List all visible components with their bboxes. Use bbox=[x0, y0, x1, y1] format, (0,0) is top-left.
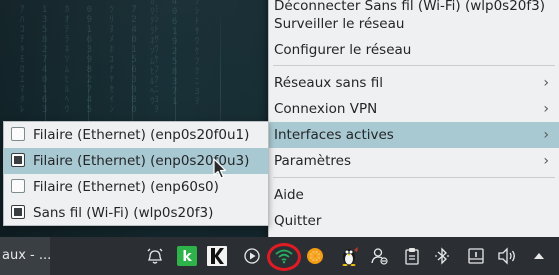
svg-text:k: k bbox=[182, 249, 192, 265]
window-title: aux - ... bbox=[2, 248, 50, 263]
alarm-clock-icon[interactable] bbox=[145, 246, 165, 266]
active-interfaces-submenu: Filaire (Ethernet) (enp0s20f0u1) Filaire… bbox=[3, 121, 269, 226]
mouse-pointer-icon bbox=[213, 158, 227, 179]
user-status-icon[interactable] bbox=[369, 246, 389, 266]
k-black-app-icon[interactable] bbox=[207, 246, 227, 266]
menu-item-settings[interactable]: Paramètres › bbox=[269, 148, 559, 174]
menu-item-label: Interfaces actives bbox=[274, 127, 394, 143]
chevron-right-icon: › bbox=[543, 101, 549, 117]
expand-tray-icon[interactable] bbox=[529, 246, 549, 266]
menu-item-label: Paramètres bbox=[274, 153, 351, 169]
menu-item-configure-network[interactable]: Configurer le réseau bbox=[269, 37, 559, 63]
notifications-icon[interactable] bbox=[466, 246, 486, 266]
network-context-menu: Déconnecter Sans fil (Wi-Fi) (wlp0s20f3)… bbox=[268, 0, 559, 240]
k-green-app-icon[interactable]: k bbox=[177, 246, 197, 266]
menu-item-label: Réseaux sans fil bbox=[274, 75, 383, 91]
menu-item-label: Connexion VPN bbox=[274, 101, 378, 117]
menu-separator bbox=[273, 177, 555, 178]
menu-item-label: Quitter bbox=[274, 213, 322, 229]
menu-item-label: Surveiller le réseau bbox=[274, 16, 405, 32]
interface-item-enp0s20f0u1[interactable]: Filaire (Ethernet) (enp0s20f0u1) bbox=[4, 122, 268, 148]
menu-item-help[interactable]: Aide bbox=[269, 182, 559, 208]
chevron-right-icon: › bbox=[543, 75, 549, 91]
menu-item-monitor-network[interactable]: Surveiller le réseau bbox=[269, 11, 559, 37]
menu-item-vpn-connection[interactable]: Connexion VPN › bbox=[269, 96, 559, 122]
checkbox-checked-icon[interactable] bbox=[11, 205, 25, 219]
interface-label: Filaire (Ethernet) (enp0s20f0u1) bbox=[33, 127, 250, 143]
menu-separator bbox=[273, 65, 555, 66]
bluetooth-icon[interactable] bbox=[432, 246, 452, 266]
wallpaper-pattern-2: ｶ 4 ﾂ ﾘ 0 ｼ ﾃ 6 ﾄ ﾗ 1 ｻ ﾈ 9 ﾜ ｿ 2 ｹ ﾑ 5 … bbox=[150, 0, 206, 107]
menu-item-active-interfaces[interactable]: Interfaces actives › bbox=[269, 122, 559, 148]
interface-label: Filaire (Ethernet) (enp60s0) bbox=[33, 179, 219, 195]
volume-icon[interactable] bbox=[497, 246, 517, 266]
chevron-right-icon: › bbox=[543, 127, 549, 143]
orange-icon[interactable] bbox=[305, 246, 325, 266]
highlight-circle bbox=[267, 243, 301, 271]
checkbox-checked-icon[interactable] bbox=[11, 153, 25, 167]
play-circle-icon[interactable] bbox=[242, 246, 262, 266]
wallpaper-pattern: ｱ 1 ｶ 0 ﾂ 7 ﾐ ﾊ 3 ｵ 9 ﾘ 2 ｼ ｺ 5 ﾃ 1 ﾇ 4 … bbox=[20, 5, 165, 115]
clipboard-icon[interactable] bbox=[402, 246, 422, 266]
checkbox-unchecked-icon[interactable] bbox=[11, 127, 25, 141]
interface-label: Sans fil (Wi-Fi) (wlp0s20f3) bbox=[33, 205, 214, 221]
menu-item-quit[interactable]: Quitter bbox=[269, 208, 559, 234]
taskbar-window-button[interactable]: aux - ... bbox=[0, 237, 50, 275]
menu-item-label: Configurer le réseau bbox=[274, 42, 412, 58]
menu-item-label: Aide bbox=[274, 187, 304, 203]
chevron-right-icon: › bbox=[543, 153, 549, 169]
interface-item-wlp0s20f3[interactable]: Sans fil (Wi-Fi) (wlp0s20f3) bbox=[4, 200, 268, 226]
tux-penguin-icon[interactable] bbox=[339, 246, 359, 266]
checkbox-unchecked-icon[interactable] bbox=[11, 179, 25, 193]
menu-item-wireless-networks[interactable]: Réseaux sans fil › bbox=[269, 70, 559, 96]
